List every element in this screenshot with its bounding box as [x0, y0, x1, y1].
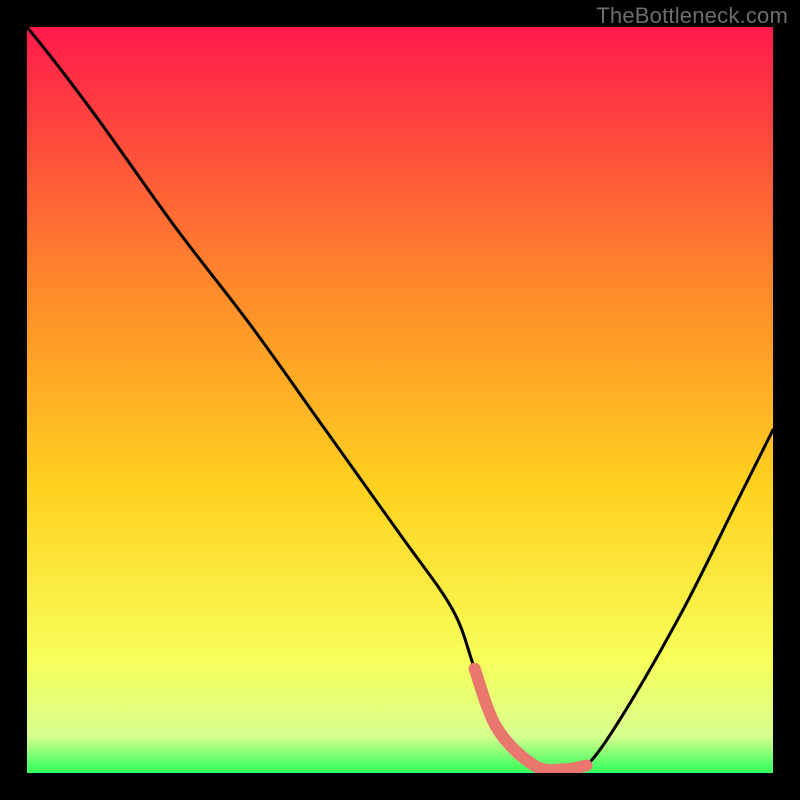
- gradient-background: [27, 27, 773, 773]
- chart-frame: TheBottleneck.com: [0, 0, 800, 800]
- bottleneck-chart: [27, 27, 773, 773]
- chart-svg: [27, 27, 773, 773]
- watermark-text: TheBottleneck.com: [596, 3, 788, 29]
